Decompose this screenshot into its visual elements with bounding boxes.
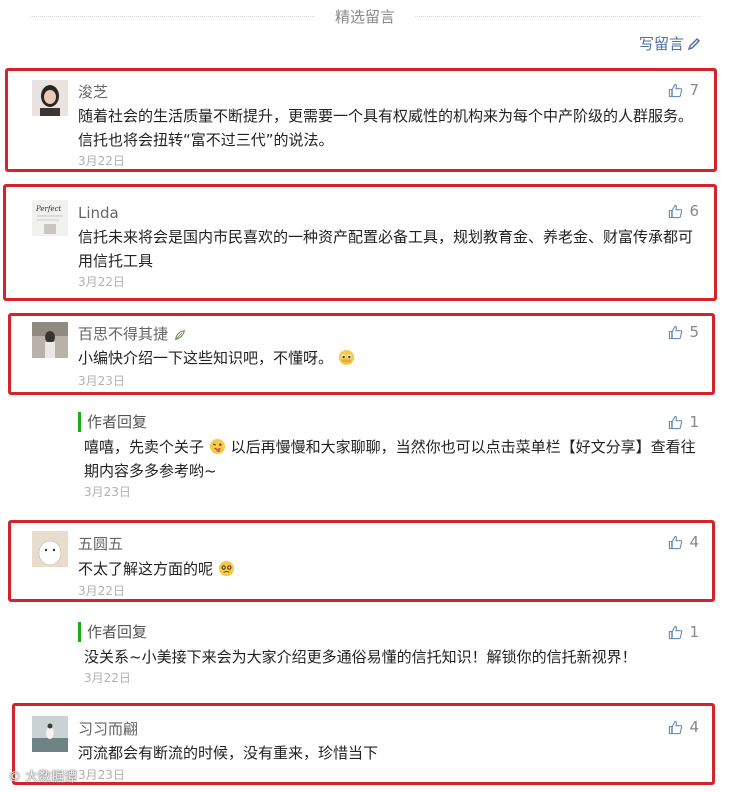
author-reply-content: 嘻嘻，先卖个关子 以后再慢慢和大家聊聊，当然你也可以点击菜单栏【好文分享】查看往…: [84, 435, 696, 483]
like-button[interactable]: 1: [668, 412, 699, 432]
reply-text-part-1: 嘻嘻，先卖个关子: [84, 438, 205, 456]
comment-content: 信托未来将会是国内市民喜欢的一种资产配置必备工具，规划教育金、养老金、财富传承都…: [78, 228, 694, 270]
comment-content-text: 小编快介绍一下这些知识吧，不懂呀。: [78, 349, 334, 367]
avatar[interactable]: [32, 716, 68, 752]
avatar[interactable]: [32, 80, 68, 116]
section-header: 精选留言: [30, 6, 700, 28]
comment-content: 不太了解这方面的呢: [78, 557, 696, 581]
author-reply-date: 3月22日: [84, 671, 131, 685]
comment-nickname: Linda: [78, 204, 119, 222]
thumb-up-icon: [669, 325, 683, 339]
section-title: 精选留言: [334, 8, 395, 26]
pleading-face-emoji-icon: [338, 349, 354, 366]
comment-content-text: 不太了解这方面的呢: [78, 560, 214, 578]
pencil-icon: [687, 37, 701, 51]
avatar[interactable]: [32, 531, 68, 567]
thumb-up-icon: [669, 720, 683, 734]
comment-nickname: 习习而翩: [78, 720, 139, 738]
comment-content: 小编快介绍一下这些知识吧，不懂呀。: [78, 346, 696, 370]
comment-date: 3月22日: [78, 275, 125, 289]
like-count: 1: [689, 413, 699, 431]
author-reply-label: 作者回复: [78, 412, 147, 432]
thumb-up-icon: [669, 415, 683, 429]
svg-text:Perfect: Perfect: [35, 205, 62, 213]
author-reply-content: 没关系~小美接下来会为大家介绍更多通俗易懂的信托知识！解锁你的信托新视界！: [84, 648, 637, 666]
like-count: 1: [689, 623, 699, 641]
comment-date: 3月22日: [78, 584, 125, 598]
avatar[interactable]: Perfect: [32, 200, 68, 236]
comment-nickname: 五圆五: [78, 535, 124, 553]
comment-date: 3月22日: [78, 154, 125, 168]
like-button[interactable]: 7: [668, 80, 699, 100]
thumb-up-icon: [669, 83, 683, 97]
watermark-logo-icon: ©: [8, 770, 26, 785]
like-count: 4: [689, 718, 699, 736]
tongue-face-emoji-icon: [209, 438, 225, 455]
watermark-text: 大数据谭: [25, 770, 78, 785]
comment-nickname: 浚芝: [78, 83, 109, 101]
comment-nickname: 百思不得其捷: [78, 324, 187, 344]
thumb-up-icon: [669, 204, 683, 218]
author-reply-date: 3月23日: [84, 485, 131, 499]
like-button[interactable]: 4: [668, 717, 699, 737]
author-reply-label: 作者回复: [78, 622, 147, 642]
write-comment-button[interactable]: 写留言: [639, 33, 701, 55]
like-button[interactable]: 5: [668, 322, 699, 342]
divider-right: [415, 16, 700, 17]
avatar[interactable]: [32, 322, 68, 358]
write-comment-label: 写留言: [638, 35, 684, 53]
like-button[interactable]: 1: [668, 622, 699, 642]
like-count: 7: [689, 81, 699, 99]
comment-date: 3月23日: [78, 768, 125, 782]
like-count: 5: [689, 323, 699, 341]
comment-content: 随着社会的生活质量不断提升，更需要一个具有权威性的机构来为每个中产阶级的人群服务…: [78, 107, 694, 149]
like-button[interactable]: 6: [668, 201, 699, 221]
comment-nickname-text: 百思不得其捷: [78, 325, 169, 343]
comment-date: 3月23日: [78, 374, 125, 388]
thumb-up-icon: [669, 535, 683, 549]
leaf-emoji-icon: [174, 329, 185, 341]
like-button[interactable]: 4: [668, 532, 699, 552]
dizzy-face-emoji-icon: [218, 560, 234, 577]
thumb-up-icon: [669, 625, 683, 639]
comment-content: 河流都会有断流的时候，没有重来，珍惜当下: [78, 744, 379, 762]
like-count: 6: [689, 202, 699, 220]
like-count: 4: [689, 533, 699, 551]
watermark: © 大数据谭: [8, 766, 77, 785]
